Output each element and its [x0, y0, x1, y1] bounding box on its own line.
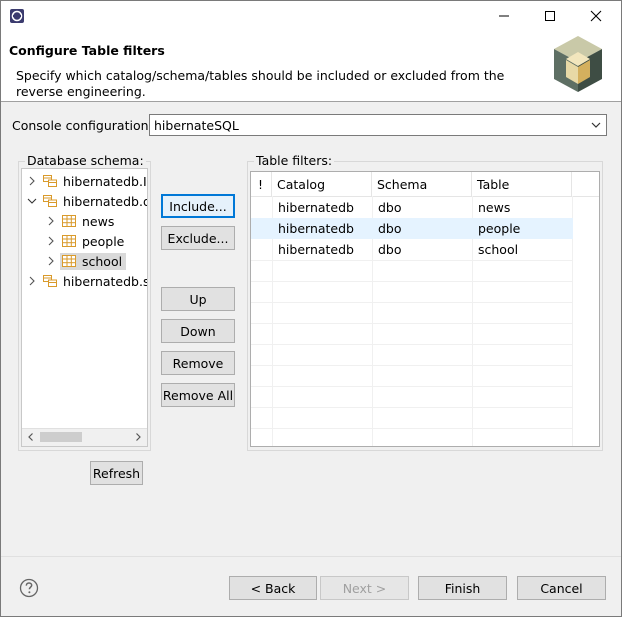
back-button[interactable]: < Back: [229, 576, 317, 600]
scroll-right-icon[interactable]: [133, 432, 143, 442]
tree-horizontal-scrollbar[interactable]: [22, 428, 147, 446]
table-icon: [62, 235, 76, 247]
cancel-button[interactable]: Cancel: [517, 576, 606, 600]
remove-button[interactable]: Remove: [161, 351, 235, 375]
chevron-right-icon: [48, 216, 54, 226]
grid-line: [251, 323, 573, 324]
grid-line: [251, 365, 573, 366]
console-configuration-label: Console configuration:: [12, 118, 153, 133]
chevron-down-icon: [27, 198, 37, 204]
grid-line: [251, 344, 573, 345]
page-description: Specify which catalog/schema/tables shou…: [16, 68, 505, 99]
cell-table: school: [478, 242, 519, 257]
schema-icon: [43, 195, 57, 207]
help-icon[interactable]: [19, 578, 39, 598]
column-header-catalog[interactable]: Catalog: [272, 172, 372, 196]
console-configuration-value: hibernateSQL: [154, 118, 239, 133]
dialog-window: Configure Table filters Specify which ca…: [0, 0, 622, 617]
down-button[interactable]: Down: [161, 319, 235, 343]
footer-separator: [1, 556, 621, 557]
grid-line: [251, 386, 573, 387]
tree-item-school[interactable]: school: [45, 251, 127, 271]
grid-line: [251, 428, 573, 429]
next-button[interactable]: Next >: [320, 576, 409, 600]
minimize-button[interactable]: [481, 1, 527, 31]
column-header-schema[interactable]: Schema: [372, 172, 472, 196]
remove-all-button[interactable]: Remove All: [161, 383, 235, 407]
tree-item-label: school: [82, 253, 123, 269]
maximize-icon: [545, 11, 555, 21]
tree-selection-highlight: school: [60, 252, 127, 270]
include-button[interactable]: Include...: [161, 194, 235, 218]
grid-line: [251, 302, 573, 303]
column-header-table[interactable]: Table: [472, 172, 572, 196]
close-button[interactable]: [573, 1, 619, 31]
table-row[interactable]: hibernatedb dbo people: [251, 218, 573, 239]
refresh-button[interactable]: Refresh: [90, 461, 143, 485]
database-schema-tree[interactable]: hibernatedb.IN hibernatedb.d news people…: [21, 168, 148, 447]
tree-item-news[interactable]: news: [45, 211, 114, 231]
cell-table: people: [478, 221, 521, 236]
schema-icon: [43, 275, 57, 287]
database-schema-label: Database schema:: [25, 153, 146, 168]
tree-item-label: hibernatedb.d: [63, 193, 148, 209]
tree-item-people[interactable]: people: [45, 231, 124, 251]
tree-item-label: hibernatedb.sy: [63, 273, 148, 289]
minimize-icon: [499, 15, 509, 17]
wizard-header: Configure Table filters Specify which ca…: [1, 31, 621, 102]
cell-schema: dbo: [378, 242, 402, 257]
exclude-button[interactable]: Exclude...: [161, 226, 235, 250]
console-configuration-select[interactable]: hibernateSQL: [149, 114, 607, 136]
finish-button[interactable]: Finish: [418, 576, 507, 600]
close-icon: [590, 10, 602, 22]
grid-line: [251, 281, 573, 282]
schema-icon: [43, 175, 57, 187]
page-title: Configure Table filters: [9, 43, 165, 58]
table-row[interactable]: hibernatedb dbo school: [251, 239, 573, 260]
cell-catalog: hibernatedb: [278, 221, 354, 236]
tree-item-hibernatedb-d[interactable]: hibernatedb.d: [26, 191, 148, 211]
cell-schema: dbo: [378, 221, 402, 236]
hibernate-logo-icon: [554, 36, 602, 92]
tree-item-label: people: [82, 233, 125, 249]
grid-line: [251, 260, 573, 261]
title-bar: [1, 1, 621, 31]
chevron-down-icon: [591, 122, 601, 128]
cell-catalog: hibernatedb: [278, 242, 354, 257]
scroll-left-icon[interactable]: [26, 432, 36, 442]
scroll-thumb[interactable]: [40, 432, 82, 442]
chevron-right-icon: [48, 236, 54, 246]
up-button[interactable]: Up: [161, 287, 235, 311]
column-header-flag[interactable]: !: [251, 172, 272, 196]
table-icon: [62, 255, 76, 267]
chevron-right-icon: [29, 276, 35, 286]
table-filters-table[interactable]: ! Catalog Schema Table hibernatedb dbo n…: [250, 171, 600, 447]
tree-item-hibernatedb-in[interactable]: hibernatedb.IN: [26, 171, 148, 191]
grid-line: [251, 407, 573, 408]
chevron-right-icon: [29, 176, 35, 186]
table-filters-label: Table filters:: [254, 153, 335, 168]
maximize-button[interactable]: [527, 1, 573, 31]
table-icon: [62, 215, 76, 227]
tree-item-label: news: [82, 213, 115, 229]
cell-catalog: hibernatedb: [278, 200, 354, 215]
table-row[interactable]: hibernatedb dbo news: [251, 197, 573, 218]
tree-item-hibernatedb-sy[interactable]: hibernatedb.sy: [26, 271, 148, 291]
tree-item-label: hibernatedb.IN: [63, 173, 148, 189]
chevron-right-icon: [48, 256, 54, 266]
cell-schema: dbo: [378, 200, 402, 215]
cell-table: news: [478, 200, 511, 215]
eclipse-app-icon: [10, 9, 24, 23]
